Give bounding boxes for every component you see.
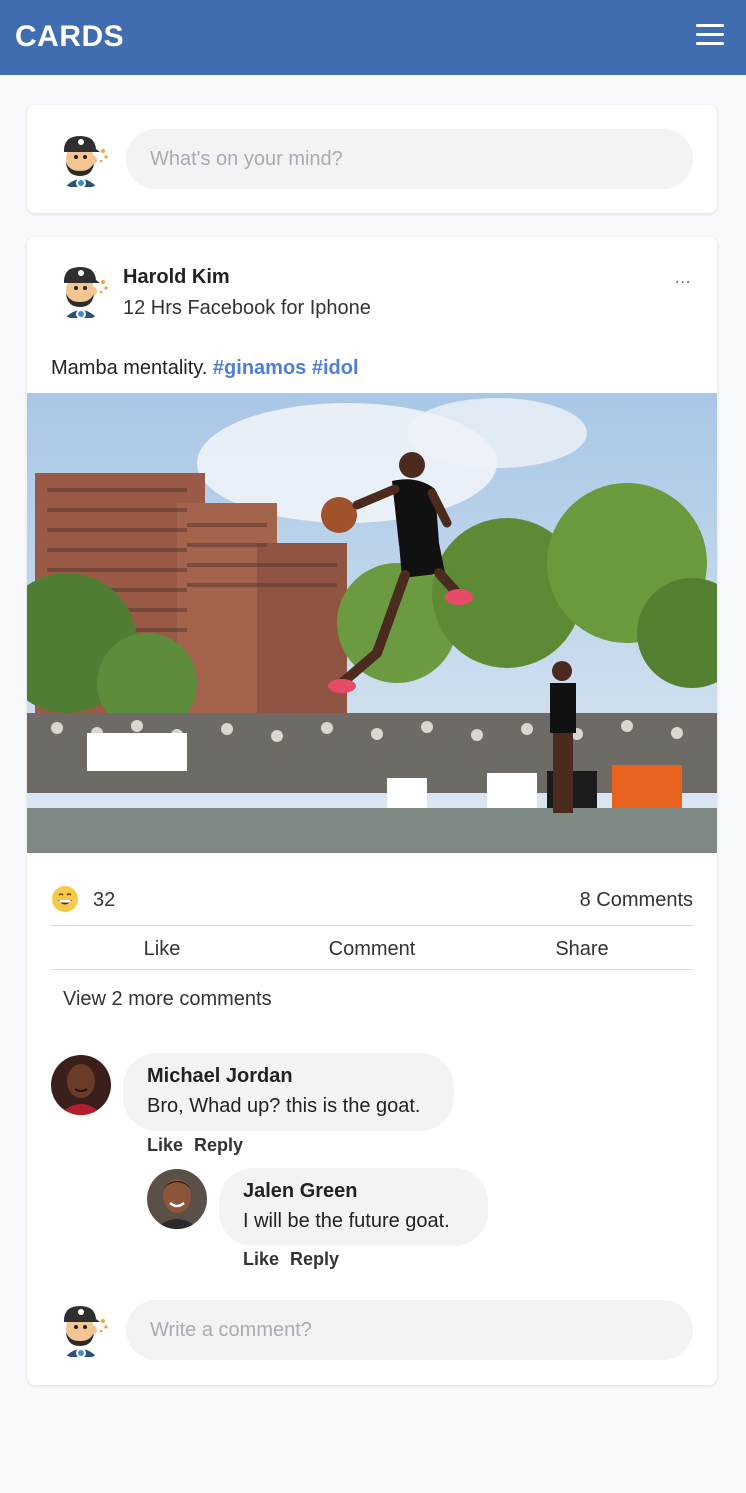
- top-nav-bar: CARDS: [0, 0, 746, 75]
- comment-text: I will be the future goat.: [243, 1210, 450, 1232]
- like-button[interactable]: Like: [82, 938, 242, 961]
- comment-author-name[interactable]: Michael Jordan: [147, 1065, 293, 1088]
- grinning-face-icon[interactable]: [51, 885, 79, 913]
- post-text: Mamba mentality. #ginamos #idol: [51, 357, 359, 380]
- hashtag-link[interactable]: #idol: [312, 357, 359, 379]
- comment-like-button[interactable]: Like: [147, 1135, 183, 1156]
- post-author-name[interactable]: Harold Kim: [123, 266, 230, 289]
- comment-reply-button[interactable]: Reply: [194, 1135, 243, 1156]
- comment-bubble: Jalen Green I will be the future goat.: [219, 1168, 488, 1246]
- post-meta: 12 Hrs Facebook for Iphone: [123, 297, 371, 319]
- hamburger-menu-icon[interactable]: [696, 24, 726, 50]
- comments-count-link[interactable]: 8 Comments: [580, 889, 693, 912]
- user-avatar[interactable]: [51, 1299, 111, 1359]
- post-card: Harold Kim 12 Hrs Facebook for Iphone ..…: [27, 237, 717, 1385]
- post-author-avatar[interactable]: [51, 260, 111, 320]
- hashtag-link[interactable]: #ginamos: [213, 357, 306, 379]
- brand-logo-text[interactable]: CARDS: [15, 20, 124, 54]
- view-more-comments-link[interactable]: View 2 more comments: [63, 988, 272, 1011]
- comment-text: Bro, Whad up? this is the goat.: [147, 1095, 421, 1117]
- user-avatar[interactable]: [51, 129, 111, 189]
- reaction-count[interactable]: 32: [93, 889, 115, 912]
- more-options-icon[interactable]: ...: [675, 270, 691, 288]
- comment-like-button[interactable]: Like: [243, 1249, 279, 1270]
- comment-author-name[interactable]: Jalen Green: [243, 1180, 358, 1203]
- status-input[interactable]: [126, 129, 693, 189]
- comment-reply-button[interactable]: Reply: [290, 1249, 339, 1270]
- divider: [51, 925, 693, 926]
- comment-input[interactable]: [126, 1300, 693, 1360]
- commenter-avatar[interactable]: [51, 1055, 111, 1115]
- post-body-text: Mamba mentality.: [51, 357, 208, 379]
- status-composer-card: [27, 105, 717, 213]
- post-photo[interactable]: [27, 393, 717, 853]
- divider: [51, 969, 693, 970]
- comment-bubble: Michael Jordan Bro, Whad up? this is the…: [123, 1053, 454, 1131]
- share-button[interactable]: Share: [502, 938, 662, 961]
- commenter-avatar[interactable]: [147, 1169, 207, 1229]
- comment-button[interactable]: Comment: [292, 938, 452, 961]
